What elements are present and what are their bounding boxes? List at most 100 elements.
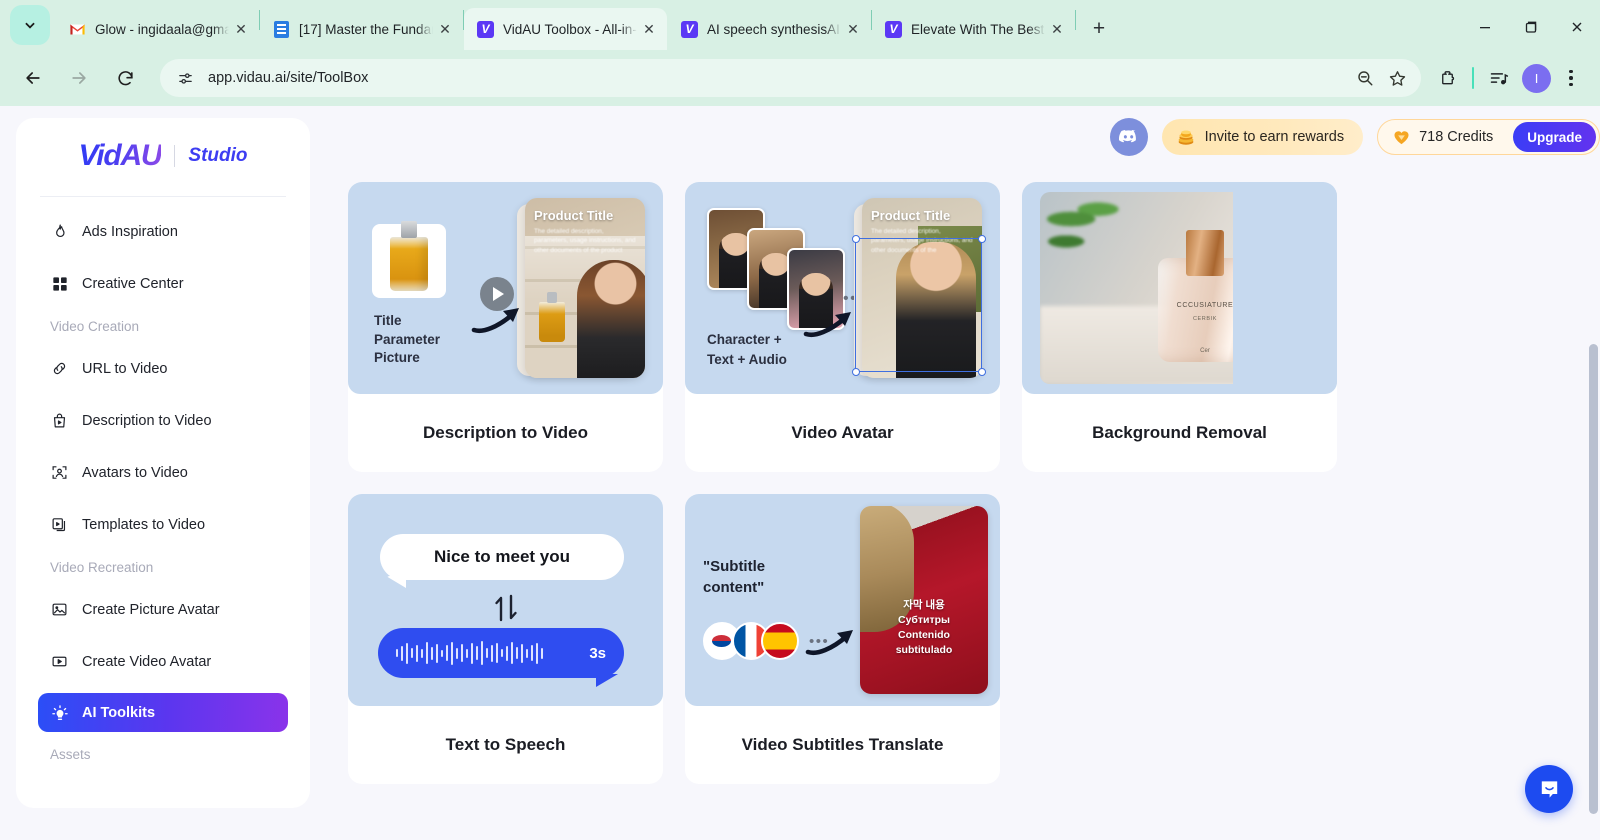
page-scrollbar[interactable]	[1589, 344, 1598, 814]
back-button[interactable]	[14, 59, 52, 97]
card-media: Title Parameter Picture Product Title Th…	[348, 182, 663, 394]
resize-handle-top-left[interactable]	[851, 234, 860, 243]
app-page: VidAU Studio Ads Inspiration Creative Ce…	[0, 106, 1600, 840]
link-icon	[50, 359, 69, 378]
upgrade-button[interactable]: Upgrade	[1513, 122, 1596, 152]
resize-handle-bottom-right[interactable]	[977, 367, 986, 376]
subtitled-video-preview: 자막 내용 Субтитры Contenido subtitulado	[860, 506, 988, 694]
card-video-avatar[interactable]: ••• Character + Text + Audio Product Tit…	[685, 182, 1000, 472]
avatar-frame-icon	[50, 463, 69, 482]
vidau-icon: V	[681, 20, 698, 38]
sidebar-item-templates-to-video[interactable]: Templates to Video	[38, 504, 288, 545]
tab-close-button[interactable]: ✕	[637, 17, 661, 41]
sidebar-section-video-creation: Video Creation	[50, 319, 140, 334]
toolkit-card-grid: Title Parameter Picture Product Title Th…	[348, 182, 1337, 784]
window-controls	[1462, 6, 1600, 50]
mock-title: Product Title	[534, 208, 614, 223]
sidebar-item-label: Templates to Video	[82, 516, 206, 533]
tab-close-button[interactable]: ✕	[433, 17, 457, 41]
media-playlist-icon[interactable]	[1481, 60, 1517, 96]
sidebar-item-ads-inspiration[interactable]: Ads Inspiration	[38, 211, 288, 252]
extensions-puzzle-icon[interactable]	[1429, 60, 1465, 96]
sidebar-item-ai-toolkits[interactable]: AI Toolkits	[38, 693, 288, 732]
curved-arrow-icon	[803, 312, 851, 338]
sidebar-item-creative-center[interactable]: Creative Center	[38, 263, 288, 304]
discord-button[interactable]	[1109, 118, 1148, 156]
site-settings-icon[interactable]	[170, 63, 200, 93]
browser-tab[interactable]: Glow - ingidaala@gmail.c ✕	[56, 8, 259, 50]
credits-pill[interactable]: 718 Credits Upgrade	[1377, 119, 1600, 155]
minimize-icon	[1480, 27, 1490, 29]
waveform	[396, 640, 581, 666]
tab-close-button[interactable]: ✕	[841, 17, 865, 41]
up-down-arrows-icon	[348, 593, 663, 623]
tab-search-button[interactable]	[10, 5, 50, 45]
card-text-to-speech[interactable]: Nice to meet you 3s Text to Speech	[348, 494, 663, 784]
address-bar[interactable]: app.vidau.ai/site/ToolBox	[160, 59, 1421, 97]
card-media: CCCUSIATURE CERBIK Cer	[1022, 182, 1337, 394]
url-text: app.vidau.ai/site/ToolBox	[208, 70, 369, 86]
sidebar-item-description-to-video[interactable]: Description to Video	[38, 400, 288, 441]
window-minimize-button[interactable]	[1462, 7, 1508, 47]
window-close-button[interactable]	[1554, 7, 1600, 47]
tab-title: [17] Master the Fundame	[299, 21, 433, 37]
tab-title: AI speech synthesisAI spe	[707, 21, 841, 37]
sidebar-item-create-video-avatar[interactable]: Create Video Avatar	[38, 641, 288, 682]
selection-box[interactable]	[851, 234, 986, 376]
logo-divider	[174, 145, 176, 167]
card-video-subtitles-translate[interactable]: "Subtitle content" ••• 자막 내용 Субтитры Co…	[685, 494, 1000, 784]
sidebar-item-url-to-video[interactable]: URL to Video	[38, 348, 288, 389]
card-media: Nice to meet you 3s	[348, 494, 663, 706]
bookmark-star-icon[interactable]	[1381, 62, 1413, 94]
tab-close-button[interactable]: ✕	[1045, 17, 1069, 41]
sidebar-item-avatars-to-video[interactable]: Avatars to Video	[38, 452, 288, 493]
logo-wordmark: VidAU	[78, 139, 163, 172]
mock-presenter	[577, 260, 645, 378]
tab-close-button[interactable]: ✕	[229, 17, 253, 41]
grid-icon	[50, 274, 69, 293]
browser-tab-active[interactable]: V VidAU Toolbox - All-in-O ✕	[464, 8, 667, 50]
resize-handle-top-right[interactable]	[977, 234, 986, 243]
sidebar-item-label: Ads Inspiration	[82, 223, 178, 240]
browser-tab[interactable]: [17] Master the Fundame ✕	[260, 8, 463, 50]
browser-tab[interactable]: V Elevate With The Best AI ✕	[872, 8, 1075, 50]
discord-icon	[1119, 130, 1137, 143]
sidebar-item-label: URL to Video	[82, 360, 168, 377]
browser-menu-button[interactable]	[1556, 60, 1586, 96]
profile-avatar[interactable]: I	[1522, 63, 1551, 93]
browser-chrome: Glow - ingidaala@gmail.c ✕ [17] Master t…	[0, 0, 1600, 106]
vidau-icon: V	[477, 20, 494, 38]
sidebar-item-label: Create Video Avatar	[82, 653, 212, 670]
logo-studio-label: Studio	[188, 145, 248, 166]
card-title: Video Avatar	[791, 423, 894, 442]
sidebar-item-label: Create Picture Avatar	[82, 601, 220, 618]
forward-button[interactable]	[60, 59, 98, 97]
sidebar-item-label: Description to Video	[82, 412, 212, 429]
resize-handle-bottom-left[interactable]	[851, 367, 860, 376]
sidebar-section-assets: Assets	[50, 747, 91, 762]
sidebar: VidAU Studio Ads Inspiration Creative Ce…	[16, 118, 310, 808]
tab-separator	[1075, 10, 1076, 30]
sidebar-divider	[40, 196, 286, 197]
window-maximize-button[interactable]	[1508, 7, 1554, 47]
video-icon	[50, 652, 69, 671]
zoom-out-icon[interactable]	[1349, 62, 1381, 94]
back-arrow-icon	[26, 72, 40, 84]
removed-background-area	[1233, 192, 1337, 384]
app-logo[interactable]: VidAU Studio	[38, 118, 288, 194]
plant-leaves	[1046, 198, 1130, 268]
card-description-to-video[interactable]: Title Parameter Picture Product Title Th…	[348, 182, 663, 472]
invite-to-earn-rewards-button[interactable]: Invite to earn rewards	[1161, 119, 1364, 155]
card-background-removal[interactable]: CCCUSIATURE CERBIK Cer Background Remova…	[1022, 182, 1337, 472]
flame-icon	[50, 222, 69, 241]
browser-tab[interactable]: V AI speech synthesisAI spe ✕	[668, 8, 871, 50]
reload-button[interactable]	[106, 59, 144, 97]
spain-flag-icon	[761, 622, 799, 660]
chat-support-button[interactable]	[1525, 765, 1573, 813]
close-icon	[1572, 22, 1582, 32]
sidebar-item-create-picture-avatar[interactable]: Create Picture Avatar	[38, 589, 288, 630]
new-tab-button[interactable]: +	[1084, 14, 1114, 44]
card-art-left-label: Title Parameter Picture	[374, 313, 441, 366]
invite-label: Invite to earn rewards	[1204, 129, 1345, 145]
card-title: Description to Video	[423, 423, 588, 442]
